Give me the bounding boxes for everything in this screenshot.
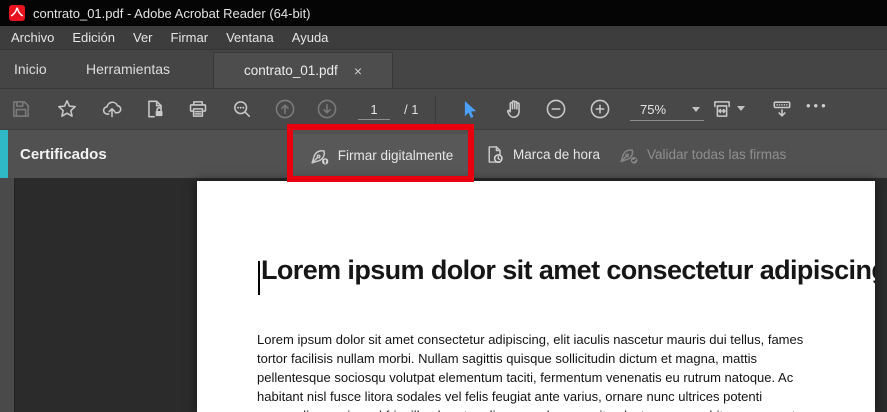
- paragraph-line: tortor facilisis nullam morbi. Nullam sa…: [257, 351, 757, 366]
- toolbar: / 1 75% •••: [0, 88, 887, 129]
- save-icon[interactable]: [10, 98, 32, 120]
- menu-archivo[interactable]: Archivo: [2, 26, 63, 49]
- menu-ver[interactable]: Ver: [124, 26, 162, 49]
- hide-toolbar-icon[interactable]: [771, 98, 793, 120]
- close-icon[interactable]: ×: [354, 64, 362, 78]
- zoom-out-icon[interactable]: [545, 98, 567, 120]
- validate-signatures-icon: [620, 149, 638, 164]
- timestamp-button[interactable]: Marca de hora: [474, 130, 610, 179]
- page-fit-dropdown[interactable]: [711, 98, 745, 120]
- page-total-label: / 1: [404, 102, 419, 117]
- validate-signatures-label: Validar todas las firmas: [647, 147, 787, 162]
- tab-inicio[interactable]: Inicio: [14, 50, 47, 88]
- teal-accent-bar: [0, 130, 8, 179]
- tab-document[interactable]: contrato_01.pdf ×: [213, 52, 393, 88]
- certificates-title: Certificados: [20, 146, 107, 163]
- toolbar-separator: [435, 96, 436, 123]
- select-tool-icon[interactable]: [457, 98, 479, 120]
- paragraph-line: Lorem ipsum dolor sit amet consectetur a…: [257, 332, 804, 347]
- timestamp-label: Marca de hora: [513, 147, 601, 162]
- cloud-upload-icon[interactable]: [101, 98, 123, 120]
- certificates-toolbar: Certificados Firmar digitalmente Marca d…: [0, 129, 887, 179]
- document-area: Lorem ipsum dolor sit amet consectetur a…: [0, 178, 887, 412]
- acrobat-window: contrato_01.pdf - Adobe Acrobat Reader (…: [0, 0, 887, 412]
- navigation-pane-strip: [0, 178, 15, 412]
- menu-ventana[interactable]: Ventana: [217, 26, 283, 49]
- zoom-in-icon[interactable]: [589, 98, 611, 120]
- chevron-down-icon: [737, 106, 745, 111]
- search-zoom-icon[interactable]: [231, 98, 253, 120]
- validate-signatures-button[interactable]: Validar todas las firmas: [608, 130, 796, 179]
- hand-tool-icon[interactable]: [503, 98, 525, 120]
- document-heading: Lorem ipsum dolor sit amet consectetur a…: [261, 255, 875, 285]
- page-fit-icon: [714, 101, 730, 117]
- adobe-reader-icon: [9, 5, 25, 21]
- star-favorites-icon[interactable]: [56, 98, 78, 120]
- text-cursor: [258, 261, 260, 295]
- tab-bar: Inicio Herramientas contrato_01.pdf ×: [0, 50, 887, 88]
- zoom-level-dropdown[interactable]: 75%: [630, 99, 704, 121]
- sign-digitally-label: Firmar digitalmente: [337, 147, 454, 163]
- title-bar: contrato_01.pdf - Adobe Acrobat Reader (…: [0, 0, 887, 26]
- chevron-down-icon: [692, 107, 700, 112]
- document-page: Lorem ipsum dolor sit amet consectetur a…: [197, 181, 875, 412]
- paragraph-line: suspendisse euismod fringilla pharetra a…: [257, 406, 857, 412]
- sign-digitally-button[interactable]: Firmar digitalmente: [293, 134, 469, 176]
- menu-bar: Archivo Edición Ver Firmar Ventana Ayuda: [0, 26, 887, 50]
- tab-herramientas[interactable]: Herramientas: [86, 50, 170, 88]
- menu-ayuda[interactable]: Ayuda: [283, 26, 338, 49]
- paragraph-line: habitant nisl fusce litora sodales vel f…: [257, 389, 763, 404]
- document-paragraph: Lorem ipsum dolor sit amet consectetur a…: [257, 330, 857, 412]
- menu-edicion[interactable]: Edición: [63, 26, 124, 49]
- page-number-input[interactable]: [358, 99, 390, 120]
- tab-document-label: contrato_01.pdf: [243, 63, 338, 78]
- window-title: contrato_01.pdf - Adobe Acrobat Reader (…: [33, 5, 311, 21]
- zoom-level-value: 75%: [640, 102, 667, 117]
- menu-firmar[interactable]: Firmar: [162, 26, 218, 49]
- page-navigation: / 1: [358, 99, 418, 120]
- pen-nib-icon: [311, 149, 329, 165]
- next-page-icon[interactable]: [316, 98, 338, 120]
- previous-page-icon[interactable]: [274, 98, 296, 120]
- more-tools-icon[interactable]: •••: [806, 98, 829, 113]
- timestamp-document-icon: [488, 146, 503, 163]
- paragraph-line: pellentesque sociosqu volutpat elementum…: [257, 370, 794, 385]
- print-icon[interactable]: [187, 98, 209, 120]
- document-lock-icon[interactable]: [144, 98, 166, 120]
